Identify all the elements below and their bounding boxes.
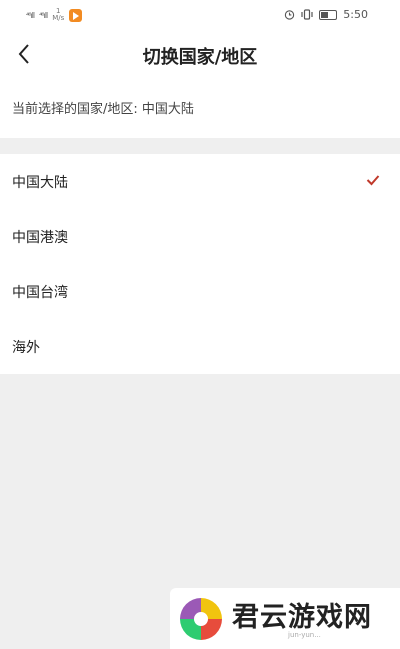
network-speed: 1 M/s <box>52 8 64 22</box>
vibrate-icon <box>301 9 313 20</box>
region-label: 中国大陆 <box>12 174 68 191</box>
region-label: 海外 <box>12 339 40 356</box>
region-label: 中国港澳 <box>12 229 68 246</box>
current-selection-bar: 当前选择的国家/地区: 中国大陆 <box>0 76 400 138</box>
region-item-mainland[interactable]: 中国大陆 <box>0 154 400 209</box>
region-item-hk-macao[interactable]: 中国港澳 <box>0 209 400 264</box>
status-time: 5:50 <box>343 8 368 21</box>
region-list: 中国大陆 中国港澳 中国台湾 海外 <box>0 154 400 374</box>
status-bar: ⁴⁶ıll ⁴⁶ıll 1 M/s 5:50 <box>0 0 400 32</box>
header: 切换国家/地区 <box>0 32 400 76</box>
video-app-icon <box>69 8 83 22</box>
signal-icon: ⁴⁶ıll <box>26 10 35 20</box>
watermark-url: jun-yun... <box>288 631 321 639</box>
region-item-taiwan[interactable]: 中国台湾 <box>0 264 400 319</box>
current-selection-text: 当前选择的国家/地区: 中国大陆 <box>12 102 194 117</box>
signal-icon: ⁴⁶ıll <box>39 10 48 20</box>
watermark-logo-icon <box>180 598 222 640</box>
check-icon <box>366 175 380 186</box>
region-label: 中国台湾 <box>12 284 68 301</box>
region-item-overseas[interactable]: 海外 <box>0 319 400 374</box>
speed-unit: M/s <box>52 14 65 22</box>
status-right: 5:50 <box>284 8 368 21</box>
status-left: ⁴⁶ıll ⁴⁶ıll 1 M/s <box>26 8 83 22</box>
battery-icon <box>319 9 338 20</box>
alarm-icon <box>285 10 295 20</box>
page-title: 切换国家/地区 <box>142 47 258 68</box>
watermark: 君云游戏网 jun-yun... <box>170 588 400 649</box>
watermark-text: 君云游戏网 <box>232 602 372 633</box>
